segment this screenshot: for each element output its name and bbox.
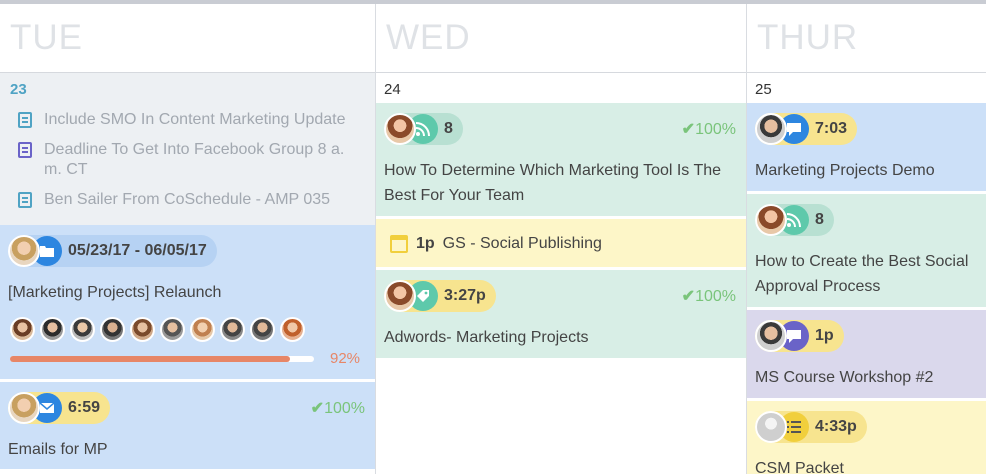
check-icon: ✔ (681, 288, 696, 305)
progress-percent: 92% (330, 350, 361, 367)
day-column-thu: THUR 25 7:03 Marketing Projects Demo 8 H… (747, 4, 986, 474)
task-text: Deadline To Get Into Facebook Group 8 a.… (44, 141, 345, 178)
packet-card[interactable]: 4:33p CSM Packet (747, 401, 986, 474)
day-header-thu: THUR (747, 4, 986, 73)
progress-fill (10, 355, 290, 362)
task-text: Include SMO In Content Marketing Update (44, 111, 346, 128)
event-time: 1p (416, 235, 435, 252)
demo-time: 7:03 (815, 120, 848, 137)
event-title: GS - Social Publishing (442, 235, 602, 252)
team-avatar[interactable] (250, 317, 275, 342)
thu-blog-card[interactable]: 8 How to Create the Best Social Approval… (747, 194, 986, 310)
project-title: [Marketing Projects] Relaunch (8, 284, 222, 301)
workshop-title: MS Course Workshop #2 (755, 369, 934, 386)
day-header-tue: TUE (0, 4, 375, 73)
email-card[interactable]: 6:59 ✔100% Emails for MP (0, 382, 375, 472)
avatar (8, 392, 40, 424)
adwords-title: Adwords- Marketing Projects (384, 329, 589, 346)
avatar (755, 320, 787, 352)
progress-row: 92% (8, 350, 367, 367)
task-item[interactable]: Deadline To Get Into Facebook Group 8 a.… (0, 135, 375, 185)
team-avatar[interactable] (70, 317, 95, 342)
workshop-time: 1p (815, 327, 834, 344)
packet-title: CSM Packet (755, 460, 844, 474)
task-doc-icon (18, 112, 32, 128)
task-doc-icon (18, 142, 32, 158)
demo-title: Marketing Projects Demo (755, 162, 935, 179)
packet-time: 4:33p (815, 418, 857, 435)
task-item[interactable]: Include SMO In Content Marketing Update (0, 105, 375, 135)
workshop-pill: 1p (755, 320, 844, 352)
project-dates: 05/23/17 - 06/05/17 (68, 242, 207, 259)
blog-title: How To Determine Which Marketing Tool Is… (384, 162, 722, 204)
team-avatar[interactable] (130, 317, 155, 342)
comment-count: 8 (815, 211, 824, 228)
check-icon: ✔ (310, 400, 325, 417)
avatar (384, 280, 416, 312)
day-number-tue[interactable]: 23 (0, 73, 375, 103)
progress-bar (10, 355, 314, 362)
task-list: Include SMO In Content Marketing Update … (0, 103, 375, 225)
event-card[interactable]: 1p GS - Social Publishing (376, 219, 746, 270)
completion-percent: ✔100% (681, 288, 736, 305)
completion-percent: ✔100% (681, 121, 736, 138)
event-row: 1p GS - Social Publishing (376, 219, 746, 267)
adwords-time: 3:27p (444, 287, 486, 304)
comment-count: 8 (444, 120, 453, 137)
email-pill: 6:59 (8, 392, 111, 424)
team-avatar[interactable] (100, 317, 125, 342)
avatar (755, 411, 787, 443)
team-avatar[interactable] (10, 317, 35, 342)
demo-pill: 7:03 (755, 113, 858, 145)
task-item[interactable]: Ben Sailer From CoSchedule - AMP 035 (0, 185, 375, 215)
avatar (755, 113, 787, 145)
adwords-pill: 3:27p (384, 280, 496, 312)
packet-pill: 4:33p (755, 411, 867, 443)
check-icon: ✔ (681, 121, 696, 138)
team-avatar[interactable] (220, 317, 245, 342)
day-number-wed[interactable]: 24 (376, 73, 746, 103)
email-title: Emails for MP (8, 441, 108, 458)
day-column-wed: WED 24 8 ✔100% How To Determine Which Ma… (376, 4, 747, 474)
team-avatar[interactable] (280, 317, 305, 342)
team-avatar[interactable] (40, 317, 65, 342)
day-header-wed: WED (376, 4, 746, 73)
thu-blog-title: How to Create the Best Social Approval P… (755, 253, 969, 295)
thu-blog-pill: 8 (755, 204, 834, 236)
day-column-tue: TUE 23 Include SMO In Content Marketing … (0, 4, 376, 474)
calendar-icon (390, 235, 408, 253)
completion-percent: ✔100% (310, 400, 365, 417)
project-card[interactable]: 05/23/17 - 06/05/17 [Marketing Projects]… (0, 225, 375, 382)
adwords-card[interactable]: 3:27p ✔100% Adwords- Marketing Projects (376, 270, 746, 361)
project-pill: 05/23/17 - 06/05/17 (8, 235, 217, 267)
task-text: Ben Sailer From CoSchedule - AMP 035 (44, 191, 331, 208)
avatar (8, 235, 40, 267)
team-avatars (8, 317, 367, 342)
blog-pill: 8 (384, 113, 463, 145)
workshop-card[interactable]: 1p MS Course Workshop #2 (747, 310, 986, 401)
blog-post-card[interactable]: 8 ✔100% How To Determine Which Marketing… (376, 103, 746, 219)
task-doc-icon (18, 192, 32, 208)
avatar (384, 113, 416, 145)
team-avatar[interactable] (190, 317, 215, 342)
day-number-thu[interactable]: 25 (747, 73, 986, 103)
demo-card[interactable]: 7:03 Marketing Projects Demo (747, 103, 986, 194)
email-time: 6:59 (68, 399, 101, 416)
team-avatar[interactable] (160, 317, 185, 342)
avatar (755, 204, 787, 236)
